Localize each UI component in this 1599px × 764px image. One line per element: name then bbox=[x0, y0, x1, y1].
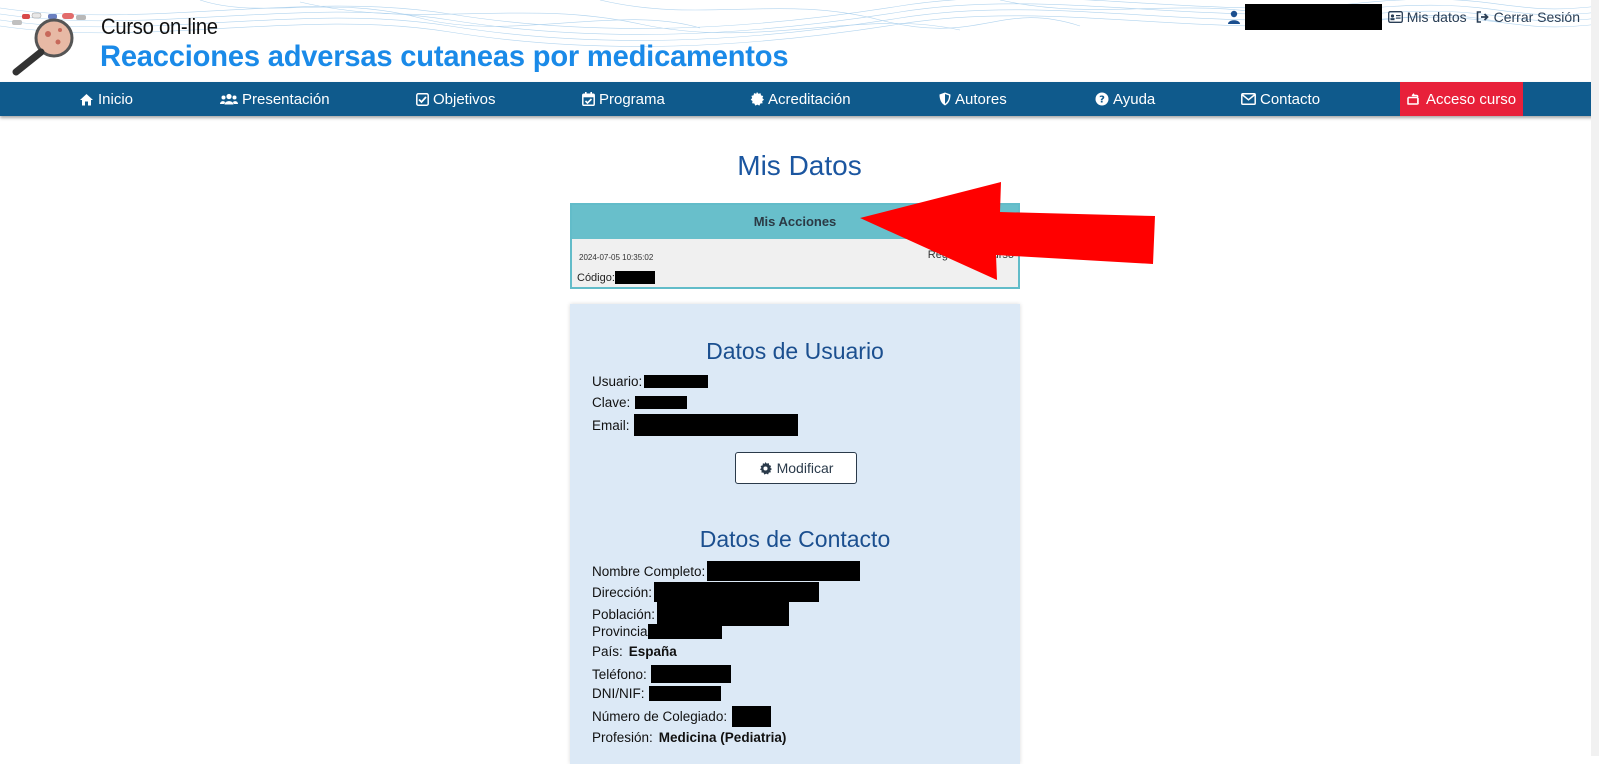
clave-label: Clave: bbox=[592, 395, 631, 410]
dni-field: DNI/NIF: bbox=[592, 686, 721, 701]
clave-redacted bbox=[635, 396, 688, 409]
nav-item-objetivos[interactable]: Objetivos bbox=[416, 82, 496, 116]
dni-label: DNI/NIF: bbox=[592, 686, 645, 701]
nombre-redacted bbox=[707, 561, 861, 581]
username-redacted bbox=[1244, 4, 1382, 30]
direccion-field: Dirección: bbox=[592, 582, 820, 602]
hand-pointer-icon bbox=[1407, 93, 1422, 105]
telefono-field: Teléfono: bbox=[592, 665, 731, 683]
nav-label: Objetivos bbox=[433, 90, 496, 108]
colegiado-field: Número de Colegiado: bbox=[592, 706, 772, 727]
svg-text:?: ? bbox=[1099, 95, 1105, 106]
shield-icon bbox=[939, 92, 951, 106]
home-icon bbox=[79, 93, 94, 106]
user-area: Mis datos Cerrar Sesión bbox=[1227, 4, 1580, 30]
cerrar-sesion-link[interactable]: Cerrar Sesión bbox=[1476, 9, 1580, 25]
calendar-check-icon bbox=[582, 92, 595, 106]
email-redacted bbox=[633, 414, 798, 436]
mis-datos-label: Mis datos bbox=[1406, 9, 1467, 25]
usuario-label: Usuario: bbox=[592, 374, 643, 389]
site-header: Curso on-line Reacciones adversas cutane… bbox=[0, 0, 1599, 82]
usuario-redacted bbox=[644, 375, 709, 388]
email-field: Email: bbox=[592, 414, 798, 436]
datos-usuario-heading: Datos de Usuario bbox=[706, 338, 884, 364]
nav-item-programa[interactable]: Programa bbox=[582, 82, 665, 116]
nav-label: Contacto bbox=[1260, 90, 1321, 108]
datos-contacto-heading: Datos de Contacto bbox=[699, 526, 891, 552]
question-circle-icon: ? bbox=[1095, 92, 1109, 106]
poblacion-label: Población: bbox=[592, 606, 656, 622]
nav-item-contacto[interactable]: Contacto bbox=[1241, 82, 1320, 116]
colegiado-label: Número de Colegiado: bbox=[592, 709, 728, 724]
nav-item-inicio[interactable]: Inicio bbox=[79, 82, 133, 116]
email-label: Email: bbox=[592, 417, 630, 433]
direccion-redacted bbox=[654, 582, 820, 602]
id-card-icon bbox=[1387, 11, 1403, 23]
nav-label: Programa bbox=[599, 90, 665, 108]
main-nav: Inicio Presentación Objetivos Programa A… bbox=[0, 82, 1599, 116]
code-redacted bbox=[614, 271, 655, 284]
modificar-label: Modificar bbox=[776, 460, 834, 476]
nav-label: Ayuda bbox=[1113, 90, 1156, 108]
poblacion-redacted bbox=[657, 602, 790, 626]
nav-label: Acceso curso bbox=[1426, 90, 1517, 108]
nav-label: Acreditación bbox=[768, 90, 851, 108]
clave-field: Clave: bbox=[592, 395, 688, 410]
mis-datos-link[interactable]: Mis datos bbox=[1387, 9, 1467, 25]
profesion-label: Profesión: bbox=[592, 730, 653, 745]
nav-label: Autores bbox=[955, 90, 1007, 108]
profesion-field: Profesión: Medicina (Pediatria) bbox=[592, 730, 786, 745]
provincia-field: Provincia bbox=[592, 624, 722, 639]
magnifier-logo-icon bbox=[12, 12, 86, 76]
gear-icon bbox=[759, 461, 772, 475]
nav-item-acreditacion[interactable]: Acreditación bbox=[750, 82, 851, 116]
check-square-icon bbox=[416, 92, 429, 106]
provincia-label: Provincia bbox=[592, 624, 648, 639]
nav-label: Inicio bbox=[98, 90, 134, 108]
pais-field: País: España bbox=[592, 644, 677, 659]
datos-panel: Datos de Usuario Usuario: Clave: Email: … bbox=[570, 304, 1020, 764]
nav-item-ayuda[interactable]: ? Ayuda bbox=[1095, 82, 1155, 116]
dni-redacted bbox=[648, 686, 721, 701]
pais-value: España bbox=[628, 644, 677, 659]
poblacion-field: Población: bbox=[592, 602, 790, 626]
code-label: Código: bbox=[577, 271, 615, 284]
profesion-value: Medicina (Pediatria) bbox=[658, 730, 787, 745]
red-arrow-annotation bbox=[860, 182, 1155, 280]
cerrar-sesion-label: Cerrar Sesión bbox=[1493, 9, 1580, 25]
nombre-field: Nombre Completo: bbox=[592, 561, 861, 581]
telefono-label: Teléfono: bbox=[592, 666, 647, 682]
pais-label: País: bbox=[592, 644, 623, 659]
nav-item-presentacion[interactable]: Presentación bbox=[220, 82, 330, 116]
nav-label: Presentación bbox=[242, 90, 330, 108]
modificar-button[interactable]: Modificar bbox=[735, 452, 857, 484]
colegiado-redacted bbox=[732, 706, 772, 727]
site-title: Reacciones adversas cutaneas por medicam… bbox=[100, 40, 789, 73]
action-date: 2024-07-05 10:35:02 bbox=[579, 253, 654, 262]
user-icon bbox=[1227, 10, 1240, 24]
certificate-icon bbox=[750, 92, 764, 106]
envelope-icon bbox=[1241, 93, 1256, 105]
sign-out-icon bbox=[1476, 11, 1489, 23]
nav-item-autores[interactable]: Autores bbox=[939, 82, 1007, 116]
provincia-redacted bbox=[647, 624, 722, 639]
nav-item-acceso-curso[interactable]: Acceso curso bbox=[1400, 82, 1524, 116]
site-subtitle: Curso on-line bbox=[101, 14, 218, 39]
direccion-label: Dirección: bbox=[592, 584, 653, 600]
telefono-redacted bbox=[650, 665, 731, 683]
nombre-label: Nombre Completo: bbox=[592, 563, 706, 579]
usuario-field: Usuario: bbox=[592, 374, 709, 389]
page-scrollbar[interactable] bbox=[1591, 0, 1599, 756]
action-code: Código: bbox=[577, 271, 655, 284]
page-title: Mis Datos bbox=[737, 150, 862, 181]
users-icon bbox=[220, 93, 238, 105]
